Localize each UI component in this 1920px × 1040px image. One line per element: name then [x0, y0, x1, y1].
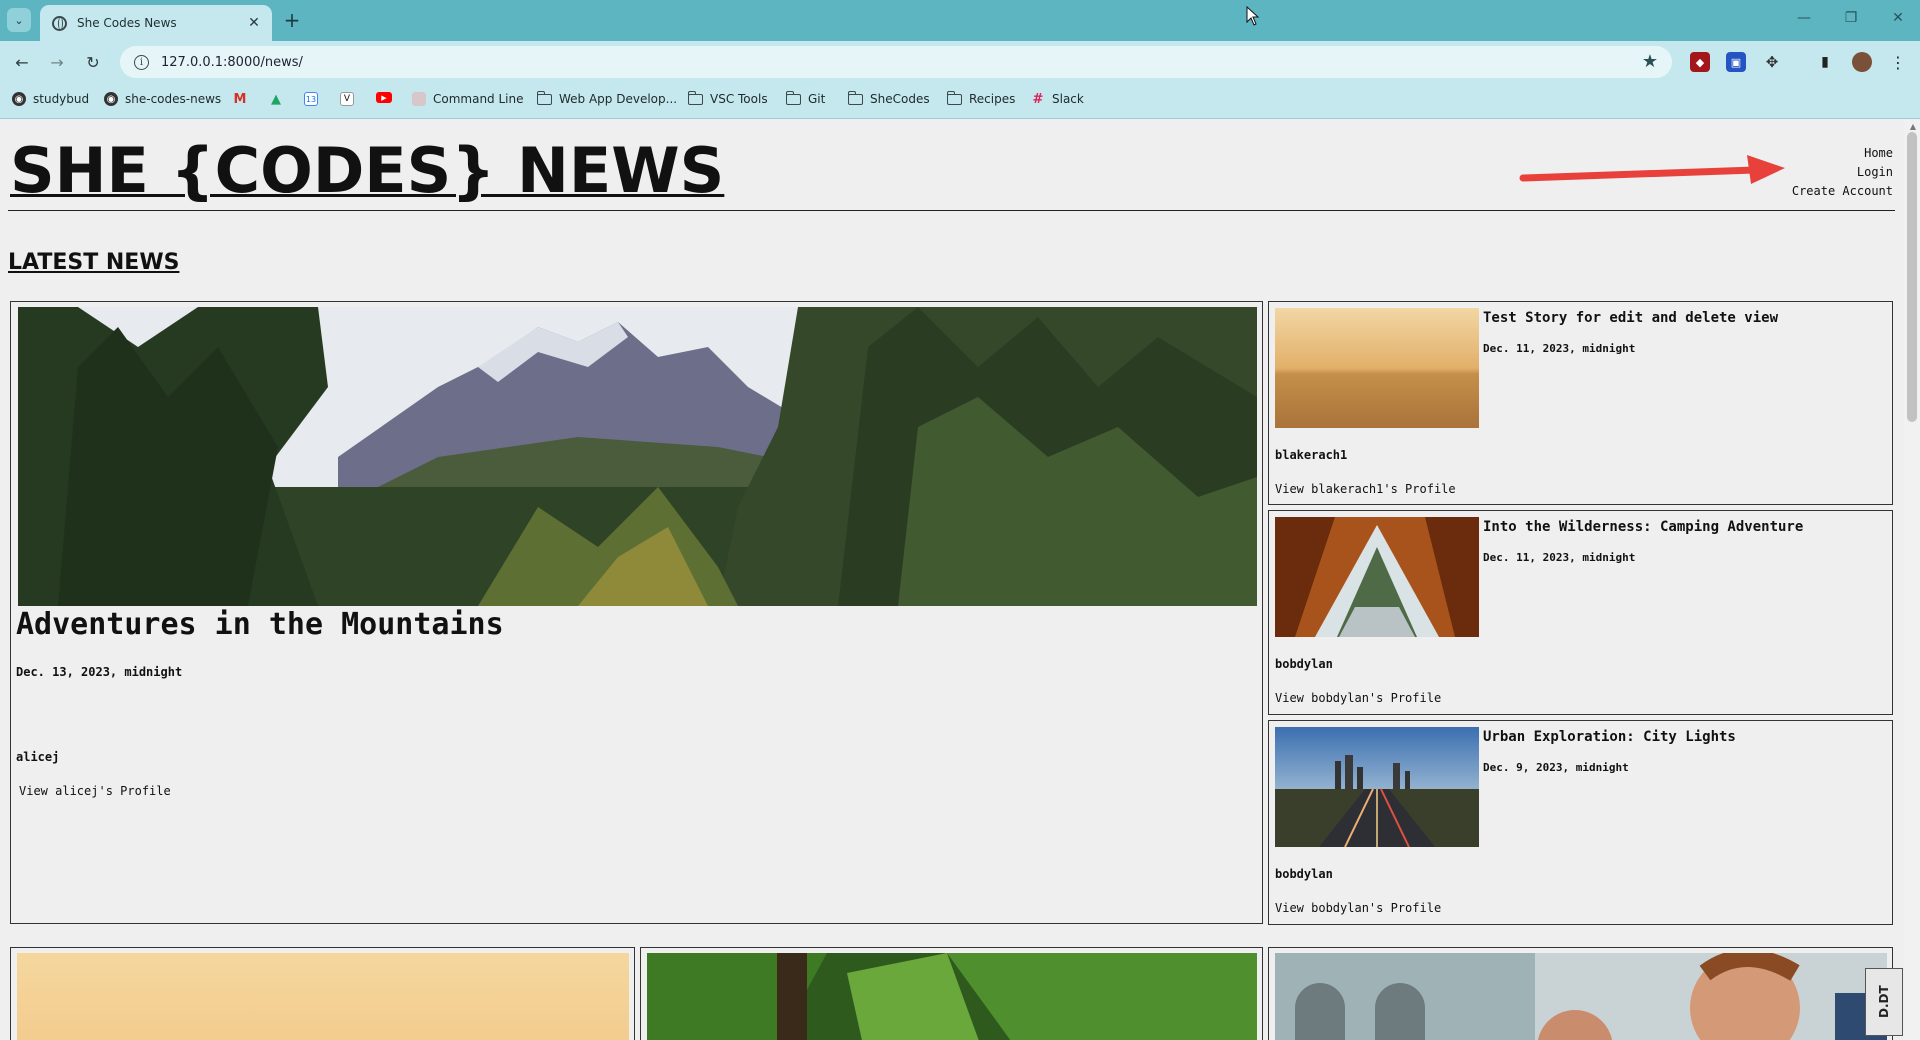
side-story-profile-link-3[interactable]: View bobdylan's Profile: [1275, 901, 1441, 915]
nav-create-account-link[interactable]: Create Account: [1792, 182, 1893, 201]
tab-strip: ⌄ She Codes News ✕ + — ❐ ✕: [0, 0, 1920, 41]
forward-arrow-icon[interactable]: →: [45, 50, 69, 74]
story-image-6[interactable]: [1275, 953, 1887, 1040]
folder-icon: [536, 90, 552, 105]
close-icon[interactable]: ✕: [246, 15, 262, 31]
story-card-4[interactable]: [10, 947, 635, 1040]
url-text: 127.0.0.1:8000/news/: [161, 54, 303, 70]
annotation-arrow: [1519, 155, 1785, 184]
side-story-author-2: bobdylan: [1275, 657, 1333, 671]
drive-icon: ▲: [271, 91, 281, 107]
site-nav: Home Login Create Account: [1792, 144, 1893, 201]
bookmark-calendar[interactable]: 13: [304, 92, 325, 106]
featured-story-author: alicej: [16, 750, 60, 764]
nav-home-link[interactable]: Home: [1792, 144, 1893, 163]
calendar-icon: 13: [304, 92, 318, 106]
bookmark-star-icon[interactable]: ★: [1642, 51, 1658, 72]
folder-icon: [946, 90, 962, 105]
window-close-icon[interactable]: ✕: [1884, 10, 1912, 26]
new-tab-button[interactable]: +: [282, 8, 302, 32]
tab-search-button[interactable]: ⌄: [7, 8, 31, 32]
globe-icon: ◉: [104, 92, 118, 106]
nav-login-link[interactable]: Login: [1792, 163, 1893, 182]
story-image-5[interactable]: [647, 953, 1257, 1040]
featured-story-image[interactable]: [18, 307, 1257, 606]
globe-icon: ◉: [12, 92, 26, 106]
mouse-cursor-icon: [1246, 6, 1260, 26]
page-scrollbar[interactable]: ▲: [1904, 120, 1920, 1040]
bookmark-studybud[interactable]: ◉ studybud: [12, 92, 89, 106]
folder-icon: [785, 90, 801, 105]
side-story-title-3[interactable]: Urban Exploration: City Lights: [1483, 729, 1736, 745]
bookmark-v[interactable]: V: [340, 92, 361, 106]
header-divider: [8, 210, 1895, 211]
story-card-6[interactable]: [1268, 947, 1893, 1040]
back-arrow-icon[interactable]: ←: [10, 50, 34, 74]
side-story-card-3[interactable]: Urban Exploration: City Lights Dec. 9, 2…: [1268, 720, 1893, 925]
site-info-icon[interactable]: i: [134, 54, 149, 70]
bookmark-she-codes-news[interactable]: ◉ she-codes-news: [104, 92, 221, 106]
side-story-title-2[interactable]: Into the Wilderness: Camping Adventure: [1483, 519, 1803, 535]
scroll-up-arrow-icon[interactable]: ▲: [1910, 122, 1916, 131]
page-icon: [412, 92, 426, 106]
extension-icon[interactable]: ▣: [1726, 52, 1746, 72]
avatar[interactable]: [1852, 52, 1872, 72]
bookmark-slack[interactable]: # Slack: [1031, 91, 1084, 107]
chevron-down-icon: ⌄: [14, 13, 24, 27]
featured-story-date: Dec. 13, 2023, midnight: [16, 665, 183, 679]
side-panel-icon[interactable]: ▮: [1815, 52, 1835, 72]
bookmark-folder-web-app[interactable]: Web App Develop...: [536, 90, 677, 106]
page-viewport: SHE {CODES} NEWS Home Login Create Accou…: [0, 120, 1920, 1040]
folder-icon: [847, 90, 863, 105]
browser-tab[interactable]: She Codes News ✕: [40, 5, 272, 41]
ublock-icon[interactable]: ◆: [1690, 52, 1710, 72]
bookmark-command-line[interactable]: Command Line: [412, 92, 524, 106]
side-story-card-1[interactable]: Test Story for edit and delete view Dec.…: [1268, 301, 1893, 505]
side-story-title-1[interactable]: Test Story for edit and delete view: [1483, 310, 1778, 326]
featured-story-card[interactable]: Adventures in the Mountains Dec. 13, 202…: [10, 301, 1263, 924]
side-story-profile-link-2[interactable]: View bobdylan's Profile: [1275, 691, 1441, 705]
featured-story-title[interactable]: Adventures in the Mountains: [16, 607, 504, 642]
bookmark-gmail[interactable]: M: [233, 91, 254, 107]
bookmark-folder-vsc-tools[interactable]: VSC Tools: [687, 90, 768, 106]
section-heading: LATEST NEWS: [8, 250, 180, 275]
side-story-card-2[interactable]: Into the Wilderness: Camping Adventure D…: [1268, 510, 1893, 715]
globe-icon: [52, 15, 67, 31]
browser-toolbar: ← → ↻ i 127.0.0.1:8000/news/ ★ ◆ ▣ ✥ ▮ ⋮: [0, 41, 1920, 83]
side-story-date-1: Dec. 11, 2023, midnight: [1483, 342, 1636, 355]
scrollbar-thumb[interactable]: [1907, 132, 1917, 422]
side-story-profile-link-1[interactable]: View blakerach1's Profile: [1275, 482, 1456, 496]
featured-story-profile-link[interactable]: View alicej's Profile: [19, 784, 171, 798]
story-card-5[interactable]: [640, 947, 1263, 1040]
folder-icon: [687, 90, 703, 105]
side-story-author-3: bobdylan: [1275, 867, 1333, 881]
story-image-4[interactable]: [17, 953, 629, 1040]
reload-icon[interactable]: ↻: [81, 50, 105, 74]
side-story-image-2[interactable]: [1275, 517, 1479, 637]
side-story-author-1: blakerach1: [1275, 448, 1348, 462]
bookmark-folder-recipes[interactable]: Recipes: [946, 90, 1015, 106]
restore-icon[interactable]: ❐: [1837, 10, 1865, 26]
side-story-date-3: Dec. 9, 2023, midnight: [1483, 761, 1629, 774]
bookmark-drive[interactable]: ▲: [269, 91, 290, 107]
gmail-icon: M: [233, 91, 247, 107]
side-story-image-1[interactable]: [1275, 308, 1479, 428]
youtube-icon: ▶: [376, 92, 392, 103]
bookmark-youtube[interactable]: ▶: [376, 92, 399, 103]
bookmarks-bar: ◉ studybud ◉ she-codes-news M ▲ 13 V ▶ Com…: [0, 83, 1920, 119]
address-bar[interactable]: i 127.0.0.1:8000/news/ ★: [120, 46, 1672, 78]
site-title[interactable]: SHE {CODES} NEWS: [10, 134, 724, 207]
bookmark-folder-git[interactable]: Git: [785, 90, 825, 106]
overlay-badge: D.DT: [1865, 968, 1903, 1036]
side-story-date-2: Dec. 11, 2023, midnight: [1483, 551, 1636, 564]
slack-icon: #: [1032, 91, 1044, 107]
puzzle-icon[interactable]: ✥: [1762, 52, 1782, 72]
tab-title: She Codes News: [77, 16, 177, 30]
bookmark-folder-shecodes[interactable]: SheCodes: [847, 90, 930, 106]
minimize-icon[interactable]: —: [1790, 10, 1818, 26]
side-story-image-3[interactable]: [1275, 727, 1479, 847]
v-icon: V: [340, 92, 354, 106]
menu-dots-icon[interactable]: ⋮: [1888, 52, 1908, 72]
